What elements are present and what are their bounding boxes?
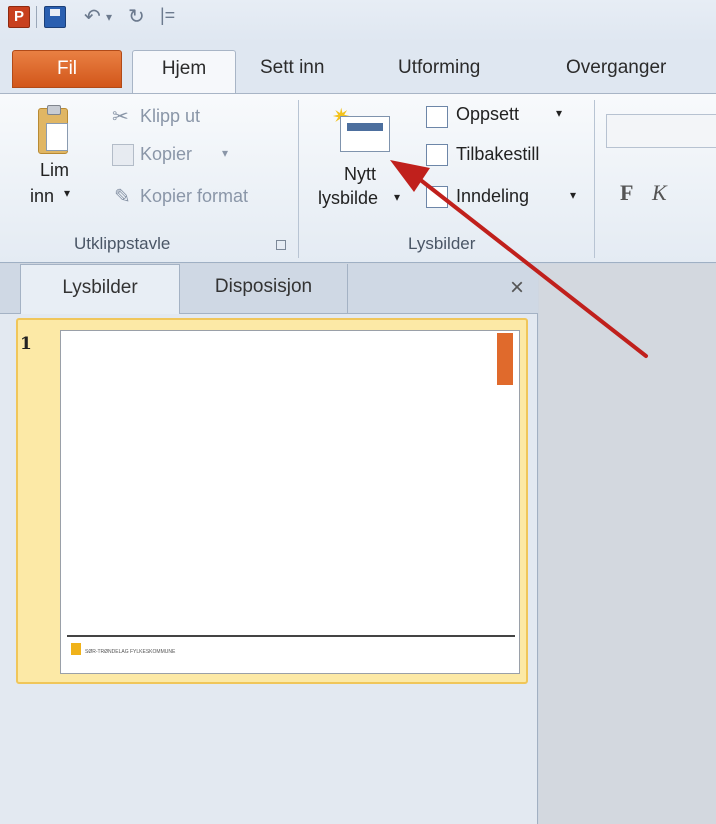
slide-footer-text: SØR-TRØNDELAG FYLKESKOMMUNE (85, 649, 176, 655)
section-icon[interactable] (426, 186, 448, 208)
slide-edit-area[interactable] (539, 264, 716, 824)
paste-label-2[interactable]: inn (30, 186, 54, 207)
tab-home[interactable]: Hjem (132, 50, 236, 95)
tab-slides[interactable]: Lysbilder (20, 264, 180, 314)
clipboard-group-label: Utklippstavle (74, 234, 171, 253)
undo-dropdown-icon[interactable]: ▾ (106, 10, 112, 24)
format-painter-button[interactable]: Kopier format (140, 186, 248, 207)
reset-icon[interactable] (426, 144, 448, 166)
bold-button[interactable]: F (620, 180, 633, 206)
group-separator (594, 100, 595, 258)
copy-icon[interactable] (112, 144, 134, 166)
tab-file[interactable]: Fil (12, 50, 122, 88)
new-slide-dropdown-icon[interactable]: ▾ (394, 190, 400, 204)
slides-pane: Lysbilder Disposisjon × 1 SØR-TRØNDELAG … (0, 264, 538, 824)
tab-design[interactable]: Utforming (392, 50, 486, 94)
quick-access-toolbar: P ↶ ▾ ↻ |= (0, 0, 716, 42)
save-icon[interactable] (44, 6, 66, 28)
section-button[interactable]: Inndeling (456, 186, 529, 207)
section-dropdown-icon[interactable]: ▾ (570, 188, 576, 202)
tab-insert[interactable]: Sett inn (254, 50, 330, 94)
scissors-icon[interactable]: ✂ (112, 104, 129, 129)
ribbon: Lim inn ▾ ✂ Klipp ut Kopier ▾ ✎ Kopier f… (0, 93, 716, 263)
undo-icon[interactable]: ↶ (84, 4, 101, 29)
group-separator (298, 100, 299, 258)
powerpoint-icon[interactable]: P (8, 6, 30, 28)
paste-label[interactable]: Lim (40, 160, 69, 181)
layout-icon[interactable] (426, 106, 448, 128)
new-slide-label-2[interactable]: lysbilde (318, 188, 378, 209)
tab-outline[interactable]: Disposisjon (180, 264, 348, 314)
shield-logo-icon (71, 643, 81, 655)
redo-icon[interactable]: ↻ (128, 4, 145, 29)
font-name-box[interactable] (606, 114, 716, 148)
new-slide-label[interactable]: Nytt (344, 164, 376, 185)
italic-button[interactable]: K (652, 180, 667, 206)
brush-icon[interactable]: ✎ (114, 184, 131, 209)
slide-brand-tab (497, 333, 513, 385)
dialog-launcher-icon[interactable] (276, 240, 286, 250)
copy-button[interactable]: Kopier (140, 144, 192, 165)
paste-dropdown-icon[interactable]: ▾ (64, 186, 70, 200)
layout-button[interactable]: Oppsett (456, 104, 519, 125)
ribbon-tabs: Fil Hjem Sett inn Utforming Overganger (0, 42, 716, 95)
close-icon[interactable]: × (510, 274, 524, 302)
slides-group-label: Lysbilder (408, 234, 476, 253)
customize-toolbar-icon[interactable]: |= (160, 5, 175, 26)
slide-number: 1 (20, 334, 32, 354)
slide-footer-line (67, 635, 515, 637)
copy-dropdown-icon[interactable]: ▾ (222, 146, 228, 160)
tab-transitions[interactable]: Overganger (560, 50, 672, 94)
reset-button[interactable]: Tilbakestill (456, 144, 539, 165)
paste-icon[interactable] (38, 105, 68, 154)
pane-tabs: Lysbilder Disposisjon × (0, 264, 538, 314)
new-slide-icon[interactable] (340, 116, 390, 152)
slide-thumbnail[interactable]: SØR-TRØNDELAG FYLKESKOMMUNE (60, 330, 520, 674)
layout-dropdown-icon[interactable]: ▾ (556, 106, 562, 120)
toolbar-separator (36, 6, 37, 28)
cut-button[interactable]: Klipp ut (140, 106, 200, 127)
